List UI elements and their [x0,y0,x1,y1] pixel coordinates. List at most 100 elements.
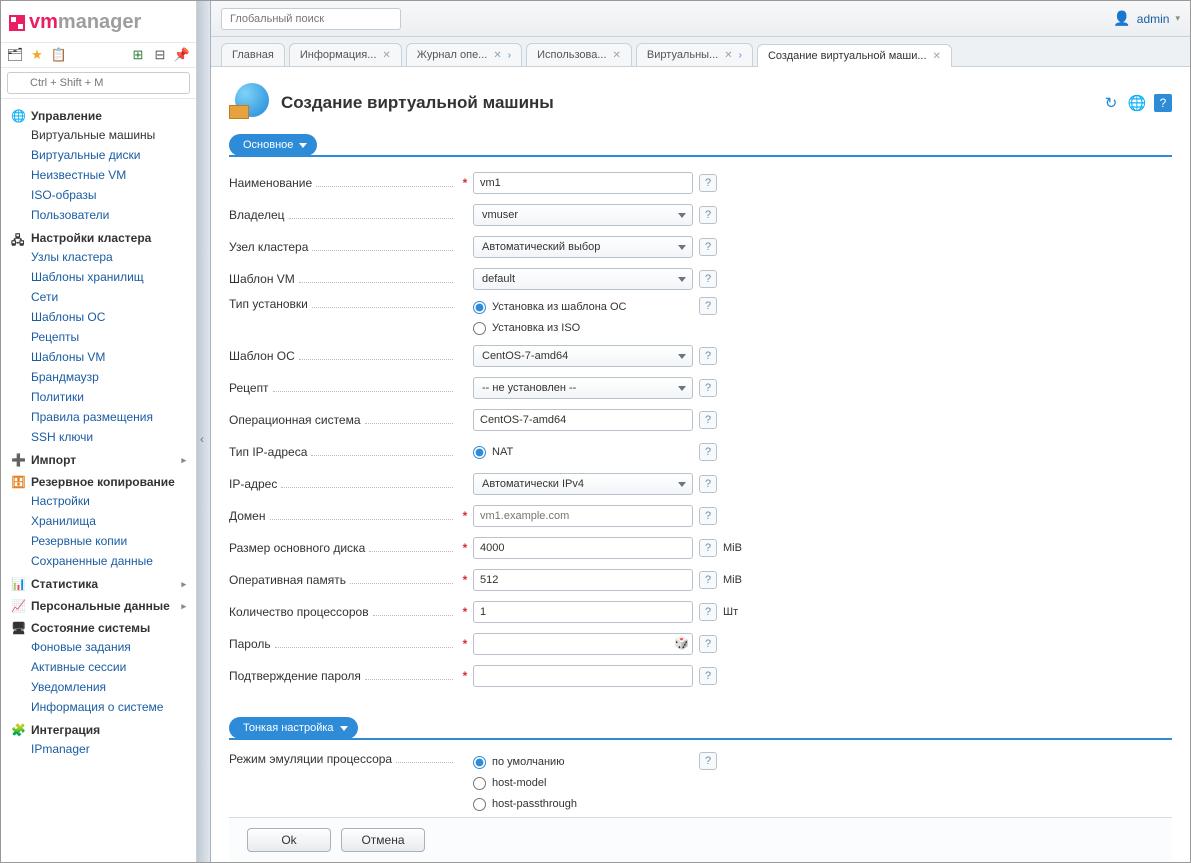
help-icon[interactable]: ? [699,174,717,192]
help-icon[interactable]: ? [699,635,717,653]
section-backup[interactable]: 🗄Резервное копирование [1,469,196,491]
nav-vdisks[interactable]: Виртуальные диски [1,145,196,165]
nav-ipmanager[interactable]: IPmanager [1,739,196,759]
remove-icon[interactable]: ⊟ [152,47,168,63]
nav-networks[interactable]: Сети [1,287,196,307]
help-icon[interactable]: ? [699,571,717,589]
help-icon[interactable]: ? [699,379,717,397]
input-password-confirm[interactable] [473,665,693,687]
input-domain[interactable] [473,505,693,527]
nav-iso[interactable]: ISO-образы [1,185,196,205]
nav-firewall[interactable]: Брандмаузр [1,367,196,387]
nav-vm[interactable]: Виртуальные машины [1,125,196,145]
help-icon[interactable]: ? [699,752,717,770]
unit-disk: MiB [723,542,742,554]
nav-backup-settings[interactable]: Настройки [1,491,196,511]
help-icon[interactable]: ? [699,347,717,365]
tab-usage[interactable]: Использова...✕ [526,43,632,66]
help-icon[interactable]: ? [699,667,717,685]
nav-sysinfo[interactable]: Информация о системе [1,697,196,717]
sidebar-search-input[interactable] [7,72,190,94]
radio-emu-passthrough[interactable]: host-passthrough [473,794,693,814]
dice-icon[interactable]: 🎲 [674,636,689,650]
clipboard-icon[interactable]: 📋 [51,47,67,63]
pin-icon[interactable]: 📌 [174,47,190,63]
nav-sessions[interactable]: Активные сессии [1,657,196,677]
input-ram[interactable] [473,569,693,591]
section-integration[interactable]: 🧩Интеграция [1,717,196,739]
select-owner[interactable]: vmuser [473,204,693,226]
favorite-icon[interactable]: ★ [29,47,45,63]
nav-policies[interactable]: Политики [1,387,196,407]
nav-users[interactable]: Пользователи [1,205,196,225]
nav-os-tmpl[interactable]: Шаблоны ОС [1,307,196,327]
section-main-tab[interactable]: Основное [229,134,317,156]
section-cluster[interactable]: 🖧Настройки кластера [1,225,196,247]
section-fine-tab[interactable]: Тонкая настройка [229,717,358,739]
radio-ip-nat[interactable]: NAT [473,442,693,462]
nav-saved-data[interactable]: Сохраненные данные [1,551,196,571]
input-os[interactable] [473,409,693,431]
section-management[interactable]: 🌐Управление [1,103,196,125]
help-icon[interactable]: ? [699,603,717,621]
close-icon[interactable]: ✕ [724,50,732,61]
nav-backup-storages[interactable]: Хранилища [1,511,196,531]
tab-info[interactable]: Информация...✕ [289,43,402,66]
radio-install-template[interactable]: Установка из шаблона ОС [473,297,693,317]
section-stats[interactable]: 📊Статистика▸ [1,571,196,593]
help-icon[interactable]: ? [699,475,717,493]
select-node[interactable]: Автоматический выбор [473,236,693,258]
close-icon[interactable]: ✕ [933,51,941,62]
help-icon[interactable]: ? [699,297,717,315]
select-ip-addr[interactable]: Автоматически IPv4 [473,473,693,495]
nav-vm-tmpl[interactable]: Шаблоны VM [1,347,196,367]
tab-create-vm[interactable]: Создание виртуальной маши...✕ [757,44,952,67]
globe-action-icon[interactable]: 🌐 [1128,94,1146,112]
nav-unknown-vm[interactable]: Неизвестные VM [1,165,196,185]
nav-bg-jobs[interactable]: Фоновые задания [1,637,196,657]
close-icon[interactable]: ✕ [382,50,390,61]
sidebar-collapse-handle[interactable] [197,1,211,862]
radio-install-iso[interactable]: Установка из ISO [473,318,693,338]
close-icon[interactable]: ✕ [493,50,501,61]
label-ip-addr: IP-адрес [229,477,277,491]
radio-emu-default[interactable]: по умолчанию [473,752,693,772]
help-icon[interactable]: ? [699,539,717,557]
section-personal[interactable]: 📈Персональные данные▸ [1,593,196,615]
radio-emu-model[interactable]: host-model [473,773,693,793]
select-recipe[interactable]: -- не установлен -- [473,377,693,399]
nav-recipes[interactable]: Рецепты [1,327,196,347]
cancel-button[interactable]: Отмена [341,828,425,852]
select-vm-template[interactable]: default [473,268,693,290]
ok-button[interactable]: Ok [247,828,331,852]
global-search-input[interactable] [221,8,401,30]
select-os-template[interactable]: CentOS-7-amd64 [473,345,693,367]
section-system[interactable]: 🖥Состояние системы [1,615,196,637]
help-icon[interactable]: ? [699,443,717,461]
input-cpu[interactable] [473,601,693,623]
input-disk[interactable] [473,537,693,559]
nav-notifications[interactable]: Уведомления [1,677,196,697]
help-icon[interactable]: ? [699,206,717,224]
tab-log[interactable]: Журнал опе...✕› [406,43,522,66]
nav-cluster-nodes[interactable]: Узлы кластера [1,247,196,267]
help-icon[interactable]: ? [699,238,717,256]
nav-placement[interactable]: Правила размещения [1,407,196,427]
help-icon[interactable]: ? [1154,94,1172,112]
nav-storage-tmpl[interactable]: Шаблоны хранилищ [1,267,196,287]
user-menu[interactable]: 👤 admin ▾ [1113,10,1180,27]
add-icon[interactable]: ⊞ [130,47,146,63]
section-import[interactable]: ➕Импорт▸ [1,447,196,469]
tree-icon[interactable]: 🗂 [7,47,23,63]
input-name[interactable] [473,172,693,194]
close-icon[interactable]: ✕ [613,50,621,61]
tab-vms[interactable]: Виртуальны...✕› [636,43,753,66]
help-icon[interactable]: ? [699,270,717,288]
nav-backups[interactable]: Резервные копии [1,531,196,551]
nav-ssh[interactable]: SSH ключи [1,427,196,447]
refresh-icon[interactable]: ↻ [1102,94,1120,112]
tab-home[interactable]: Главная [221,43,285,66]
help-icon[interactable]: ? [699,507,717,525]
help-icon[interactable]: ? [699,411,717,429]
input-password[interactable] [473,633,693,655]
